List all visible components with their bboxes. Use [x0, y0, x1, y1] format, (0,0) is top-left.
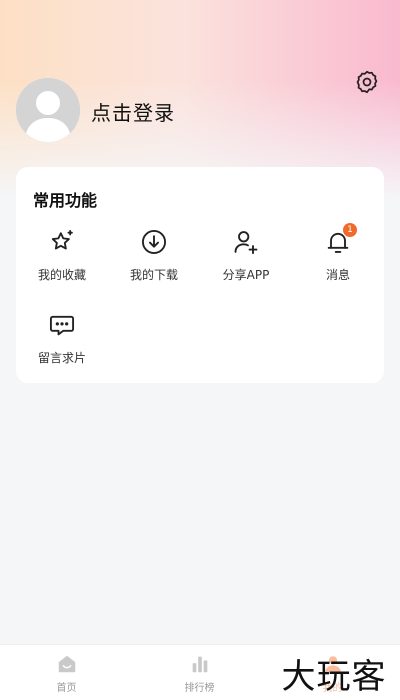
gear-icon [354, 69, 380, 99]
login-link[interactable]: 点击登录 [91, 97, 175, 126]
favorites-label: 我的收藏 [37, 268, 86, 282]
share-app-button[interactable]: 分享APP [200, 227, 292, 291]
watermark-logo: 大玩客 [268, 646, 400, 700]
settings-button[interactable] [352, 69, 382, 99]
favorites-button[interactable]: 我的收藏 [16, 227, 108, 291]
messages-label: 消息 [325, 268, 350, 282]
avatar[interactable] [16, 78, 80, 142]
home-icon [56, 653, 78, 675]
tab-ranking[interactable]: 排行榜 [133, 645, 266, 700]
downloads-button[interactable]: 我的下载 [108, 227, 200, 291]
request-movie-label: 留言求片 [37, 351, 86, 365]
common-functions-card: 常用功能 我的收藏 我的下载 分享APP 1 消息 留言求片 [16, 167, 384, 383]
chat-bubble-icon [47, 310, 77, 340]
tab-home-label: 首页 [56, 683, 77, 694]
share-app-label: 分享APP [222, 268, 270, 282]
tab-home[interactable]: 首页 [0, 645, 133, 700]
message-count-badge: 1 [343, 223, 357, 237]
downloads-label: 我的下载 [129, 268, 178, 282]
tab-ranking-label: 排行榜 [184, 683, 215, 694]
download-icon [139, 227, 169, 257]
bar-chart-icon [189, 653, 211, 675]
request-movie-button[interactable]: 留言求片 [16, 310, 108, 374]
section-title: 常用功能 [33, 191, 98, 210]
bell-icon: 1 [323, 223, 357, 257]
user-avatar-icon [16, 78, 80, 142]
messages-button[interactable]: 1 消息 [292, 223, 384, 291]
add-user-icon [231, 227, 261, 257]
star-sparkle-icon [47, 227, 77, 257]
